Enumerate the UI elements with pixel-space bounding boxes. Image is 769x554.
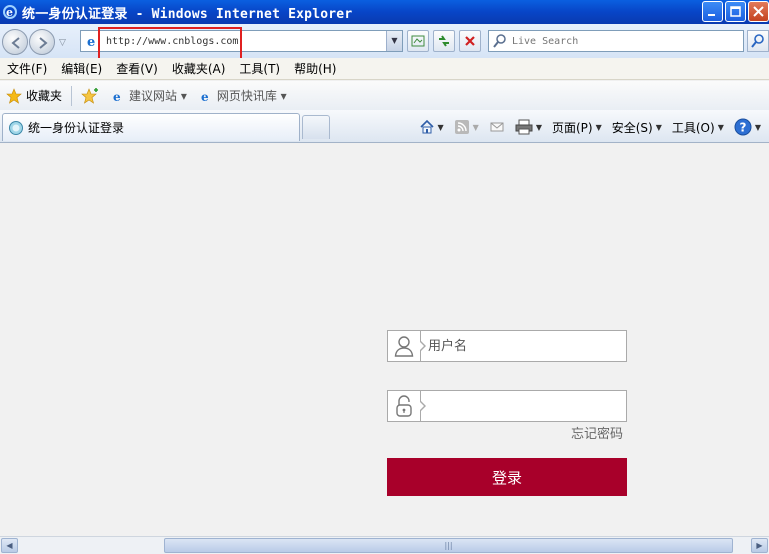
tools-menu-label: 工具(O) (671, 120, 715, 135)
stop-icon (465, 36, 475, 46)
scroll-left-button[interactable]: ◀ (1, 538, 18, 553)
address-toolbar: ▽ e http://www.cnblogs.com ▼ (0, 24, 769, 58)
star-icon (6, 87, 22, 104)
compatibility-view-button[interactable] (407, 30, 429, 52)
suggested-sites-label: 建议网站 ▾ (129, 89, 187, 103)
loading-page-icon (9, 120, 23, 135)
recent-pages-dropdown[interactable]: ▽ (59, 38, 66, 48)
address-url[interactable]: http://www.cnblogs.com (106, 36, 238, 47)
rss-feed-icon (454, 120, 469, 134)
add-to-favorites-bar-button[interactable] (75, 87, 105, 104)
favorites-button[interactable]: 收藏夹 (0, 87, 68, 104)
favorites-bar: 收藏夹 e 建议网站 ▾ e 网页快讯库 ▾ (0, 81, 769, 110)
close-icon (753, 6, 764, 17)
menu-bar: 文件(F) 编辑(E) 查看(V) 收藏夹(A) 工具(T) 帮助(H) (0, 58, 769, 80)
svg-text:e: e (201, 90, 209, 103)
username-field-notch (420, 341, 426, 351)
new-tab-button[interactable] (302, 115, 330, 139)
maximize-icon (730, 6, 741, 17)
minimize-icon (708, 14, 715, 16)
password-input[interactable] (428, 397, 618, 415)
lock-icon (396, 395, 412, 417)
live-search-logo-icon (493, 34, 506, 48)
favorites-label: 收藏夹 (26, 89, 63, 103)
ie-page-icon: e (113, 90, 121, 103)
svg-text:e: e (87, 35, 95, 49)
home-button[interactable]: ▼ (415, 119, 448, 135)
web-slice-gallery-label: 网页快讯库 ▾ (216, 89, 287, 103)
minimize-button[interactable] (702, 1, 723, 22)
feeds-button[interactable]: ▼ (450, 119, 483, 135)
maximize-button[interactable] (725, 1, 746, 22)
password-field-notch (420, 401, 426, 411)
forward-arrow-icon (39, 37, 48, 49)
suggested-sites-link[interactable]: e 建议网站 ▾ (105, 87, 193, 104)
tab-title: 统一身份认证登录 (28, 121, 125, 135)
forgot-password-link[interactable]: 忘记密码 (571, 423, 623, 442)
help-menu-button[interactable]: ? ▼ (730, 118, 765, 136)
ie-page-icon: e (87, 35, 95, 49)
svg-text:e: e (6, 6, 13, 19)
address-dropdown-button[interactable]: ▼ (386, 31, 402, 51)
window-titlebar: e 统一身份认证登录 - Windows Internet Explorer (0, 0, 769, 24)
search-input[interactable] (512, 35, 732, 47)
refresh-button[interactable] (433, 30, 455, 52)
page-content: 忘记密码 登录 (0, 144, 769, 536)
menu-edit[interactable]: 编辑(E) (54, 60, 109, 77)
ie-page-icon: e (201, 90, 209, 103)
menu-view[interactable]: 查看(V) (109, 60, 165, 77)
address-bar[interactable]: e http://www.cnblogs.com ▼ (80, 30, 403, 52)
search-button[interactable] (747, 30, 769, 52)
svg-text:e: e (113, 90, 121, 103)
page-menu-label: 页面(P) (551, 120, 593, 135)
add-favorite-icon (81, 87, 99, 104)
read-mail-button[interactable] (485, 119, 509, 135)
horizontal-scrollbar[interactable]: ◀ ||| ▶ (0, 536, 769, 554)
search-icon (751, 34, 764, 48)
refresh-icon (439, 35, 449, 47)
page-menu-button[interactable]: 页面(P) ▼ (548, 119, 606, 136)
safety-menu-label: 安全(S) (611, 120, 653, 135)
favorites-divider (71, 85, 73, 106)
menu-file[interactable]: 文件(F) (0, 60, 54, 77)
password-icon-cell (388, 391, 421, 421)
menu-help[interactable]: 帮助(H) (287, 60, 343, 77)
print-button[interactable]: ▼ (511, 119, 546, 135)
login-button[interactable]: 登录 (387, 458, 627, 496)
help-icon: ? (734, 118, 752, 136)
web-slice-gallery-link[interactable]: e 网页快讯库 ▾ (193, 87, 293, 104)
scroll-thumb[interactable]: ||| (164, 538, 733, 553)
forward-button[interactable] (29, 29, 55, 55)
tools-menu-button[interactable]: 工具(O) ▼ (668, 119, 728, 136)
stop-button[interactable] (459, 30, 481, 52)
menu-tools[interactable]: 工具(T) (232, 60, 287, 77)
ie-logo-icon: e (3, 5, 17, 19)
tab-active[interactable]: 统一身份认证登录 (2, 113, 300, 141)
close-button[interactable] (748, 1, 769, 22)
home-icon (419, 119, 434, 134)
user-icon (394, 336, 414, 357)
compatibility-view-icon (411, 35, 425, 47)
username-input[interactable] (428, 337, 618, 355)
tab-row: 统一身份认证登录 ▼ ▼ ▼ 页面(P) ▼ 安全(S) ▼ 工具(O) ▼ ?… (0, 110, 769, 143)
printer-icon (515, 119, 533, 135)
window-title: 统一身份认证登录 - Windows Internet Explorer (22, 6, 353, 22)
safety-menu-button[interactable]: 安全(S) ▼ (608, 119, 666, 136)
username-icon-cell (388, 331, 421, 361)
username-field[interactable] (387, 330, 627, 362)
back-arrow-icon (11, 37, 20, 49)
password-field[interactable] (387, 390, 627, 422)
command-bar: ▼ ▼ ▼ 页面(P) ▼ 安全(S) ▼ 工具(O) ▼ ? ▼ (415, 115, 766, 139)
scroll-right-button[interactable]: ▶ (751, 538, 768, 553)
menu-favorites[interactable]: 收藏夹(A) (165, 60, 233, 77)
back-button[interactable] (2, 29, 28, 55)
svg-text:?: ? (739, 121, 746, 135)
search-box[interactable] (488, 30, 744, 52)
mail-icon (490, 122, 504, 132)
